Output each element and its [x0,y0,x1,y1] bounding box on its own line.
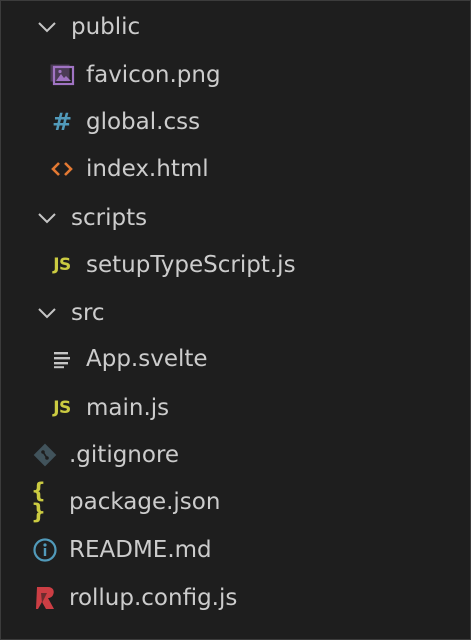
html-icon [48,155,76,183]
tree-item-label: global.css [86,108,201,135]
rollup-icon [31,584,59,612]
file-explorer: public favicon.png # global.css index.ht… [0,0,471,640]
tree-folder-src[interactable]: src [1,289,470,337]
tree-file-global-css[interactable]: # global.css [1,98,470,146]
tree-file-app-svelte[interactable]: App.svelte [1,335,470,383]
tree-file-index-html[interactable]: index.html [1,145,470,193]
tree-item-label: src [71,299,105,326]
tree-item-label: scripts [71,204,148,231]
file-tree: public favicon.png # global.css index.ht… [1,1,470,639]
tree-item-label: setupTypeScript.js [86,251,296,278]
tree-item-label: favicon.png [86,61,221,88]
tree-file-favicon[interactable]: favicon.png [1,51,470,99]
javascript-icon: JS [53,254,71,275]
git-icon [31,441,59,469]
tree-item-label: .gitignore [69,441,180,468]
tree-file-package-json[interactable]: { } package.json [1,478,470,526]
javascript-icon: JS [53,397,71,418]
image-icon [48,61,76,89]
tree-file-rollup-config[interactable]: rollup.config.js [1,574,470,622]
tree-file-readme[interactable]: README.md [1,526,470,574]
chevron-down-icon[interactable] [33,299,61,327]
tree-folder-public[interactable]: public [1,3,470,51]
tree-file-main-js[interactable]: JS main.js [1,384,470,432]
tree-file-gitignore[interactable]: .gitignore [1,431,470,479]
tree-folder-scripts[interactable]: scripts [1,194,470,242]
info-icon [31,536,59,564]
tree-item-label: public [71,13,141,40]
tree-item-label: main.js [86,394,170,421]
tree-item-label: package.json [69,488,221,515]
tree-item-label: rollup.config.js [69,584,238,611]
tree-file-setup-typescript[interactable]: JS setupTypeScript.js [1,241,470,289]
tree-item-label: index.html [86,155,209,182]
css-icon: # [51,108,73,136]
json-icon: { } [31,479,47,524]
chevron-down-icon[interactable] [33,13,61,41]
tree-item-label: App.svelte [86,345,208,372]
text-lines-icon [48,345,76,373]
chevron-down-icon[interactable] [33,204,61,232]
tree-item-label: README.md [69,536,212,563]
